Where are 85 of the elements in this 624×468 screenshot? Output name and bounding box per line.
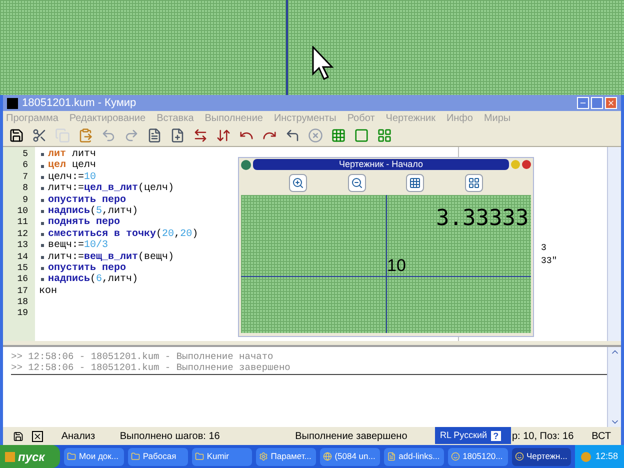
- status-position: р: 10, Поз: 16: [512, 430, 574, 444]
- window-title: Чертежник - Начало: [253, 159, 509, 170]
- log-line: >> 12:58:06 - 18051201.kum - Выполнение начато: [11, 351, 274, 362]
- clock: 12:58: [595, 450, 618, 463]
- close-button[interactable]: [605, 97, 617, 109]
- zoom-in-icon[interactable]: [289, 174, 308, 192]
- grid-icon[interactable]: [406, 174, 424, 192]
- line-number: 6: [22, 160, 29, 172]
- folder-icon: [130, 452, 140, 461]
- status-steps: Выполнено шагов: 16: [114, 428, 288, 444]
- app-logo-icon: [7, 98, 18, 108]
- taskbar-button[interactable]: Мои док...: [64, 448, 124, 466]
- line-number: 14: [16, 252, 29, 263]
- language-label: RL Русский: [440, 428, 488, 442]
- line-number: 9: [22, 194, 29, 206]
- taskbar-button[interactable]: (5084 un...: [320, 448, 380, 466]
- code-line: опустить перо: [48, 262, 126, 274]
- status-insert: ВСТ: [592, 430, 611, 444]
- code-line: целч:=10: [48, 172, 96, 184]
- menu-item[interactable]: Вставка: [156, 110, 194, 126]
- drawn-label: 3.33333: [436, 207, 529, 231]
- line-number: 13: [16, 240, 29, 252]
- taskbar-button[interactable]: Парамет...: [256, 448, 316, 466]
- menu-item[interactable]: Инфо: [446, 110, 473, 126]
- minimize-button[interactable]: [577, 97, 589, 109]
- menu-item[interactable]: Чертежник: [386, 110, 436, 126]
- taskbar-button[interactable]: add-links...: [384, 448, 444, 466]
- close-button[interactable]: [522, 160, 531, 169]
- code-line: кон: [39, 286, 58, 298]
- document-icon: [386, 452, 396, 461]
- code-line: вещч:=10/3: [48, 240, 108, 252]
- code-line: лит литч: [48, 149, 96, 160]
- menu-item[interactable]: Робот: [347, 110, 375, 126]
- code-line: цел целч: [48, 160, 96, 172]
- line-number: 8: [22, 183, 29, 195]
- menu-item[interactable]: Миры: [484, 110, 511, 126]
- code-line: надпись(6,литч): [48, 274, 138, 286]
- folder-icon: [194, 452, 204, 461]
- line-number: 10: [16, 206, 29, 218]
- maximize-button[interactable]: [591, 97, 603, 109]
- status-state: Выполнение завершено: [294, 430, 408, 444]
- menu-item[interactable]: Программа: [6, 110, 58, 126]
- line-number: 16: [16, 274, 29, 286]
- help-button[interactable]: ?: [491, 430, 501, 440]
- zoom-out-icon[interactable]: [348, 174, 366, 192]
- menu-item[interactable]: Выполнение: [204, 110, 263, 126]
- save-icon[interactable]: [13, 430, 24, 442]
- start-button[interactable]: пуск: [0, 445, 60, 468]
- line-number: 15: [16, 262, 29, 274]
- browser-icon: [322, 452, 332, 461]
- taskbar-button[interactable]: Kumir: [192, 448, 252, 466]
- fit-icon[interactable]: [464, 174, 483, 192]
- code-line: литч:=цел_в_лит(целч): [48, 183, 174, 195]
- line-number: 12: [16, 228, 29, 240]
- code-line: надпись(5,литч): [48, 206, 138, 218]
- drawn-label: 10: [387, 256, 406, 276]
- windows-logo-icon: [5, 452, 15, 462]
- language-bar[interactable]: RL Русский ?: [435, 427, 511, 444]
- folder-icon: [66, 452, 76, 461]
- code-line: поднять перо: [48, 217, 120, 229]
- menu-item[interactable]: Редактирование: [69, 110, 146, 126]
- margin-value: 33": [541, 255, 558, 268]
- window-title: 18051201.kum - Кумир: [22, 96, 136, 111]
- mouse-cursor-icon: [312, 46, 334, 80]
- code-line: литч:=вещ_в_лит(вещч): [48, 252, 174, 263]
- taskbar-button[interactable]: Рабосая: [128, 448, 188, 466]
- taskbar-button[interactable]: 1805120...: [448, 448, 508, 466]
- line-number: 5: [22, 149, 29, 160]
- close-box-icon[interactable]: [32, 430, 43, 442]
- close-icon: [607, 99, 615, 107]
- log-line: >> 12:58:06 - 18051201.kum - Выполнение завершено: [11, 362, 292, 373]
- line-number: 19: [16, 308, 29, 320]
- line-number: 18: [16, 297, 29, 308]
- status-mode: Анализ: [60, 430, 96, 444]
- menu-item[interactable]: Инструменты: [274, 110, 336, 126]
- taskbar-button[interactable]: Чертежн...: [512, 448, 572, 466]
- code-line: сместиться в точку(20,20): [48, 228, 198, 240]
- margin-value: 3: [541, 242, 548, 255]
- app-icon: [450, 452, 460, 461]
- line-number: 11: [16, 217, 29, 229]
- app-icon: [514, 452, 524, 461]
- line-number: 7: [22, 172, 29, 184]
- code-line: опустить перо: [48, 194, 126, 206]
- line-number: 17: [16, 286, 29, 298]
- settings-icon: [258, 452, 268, 461]
